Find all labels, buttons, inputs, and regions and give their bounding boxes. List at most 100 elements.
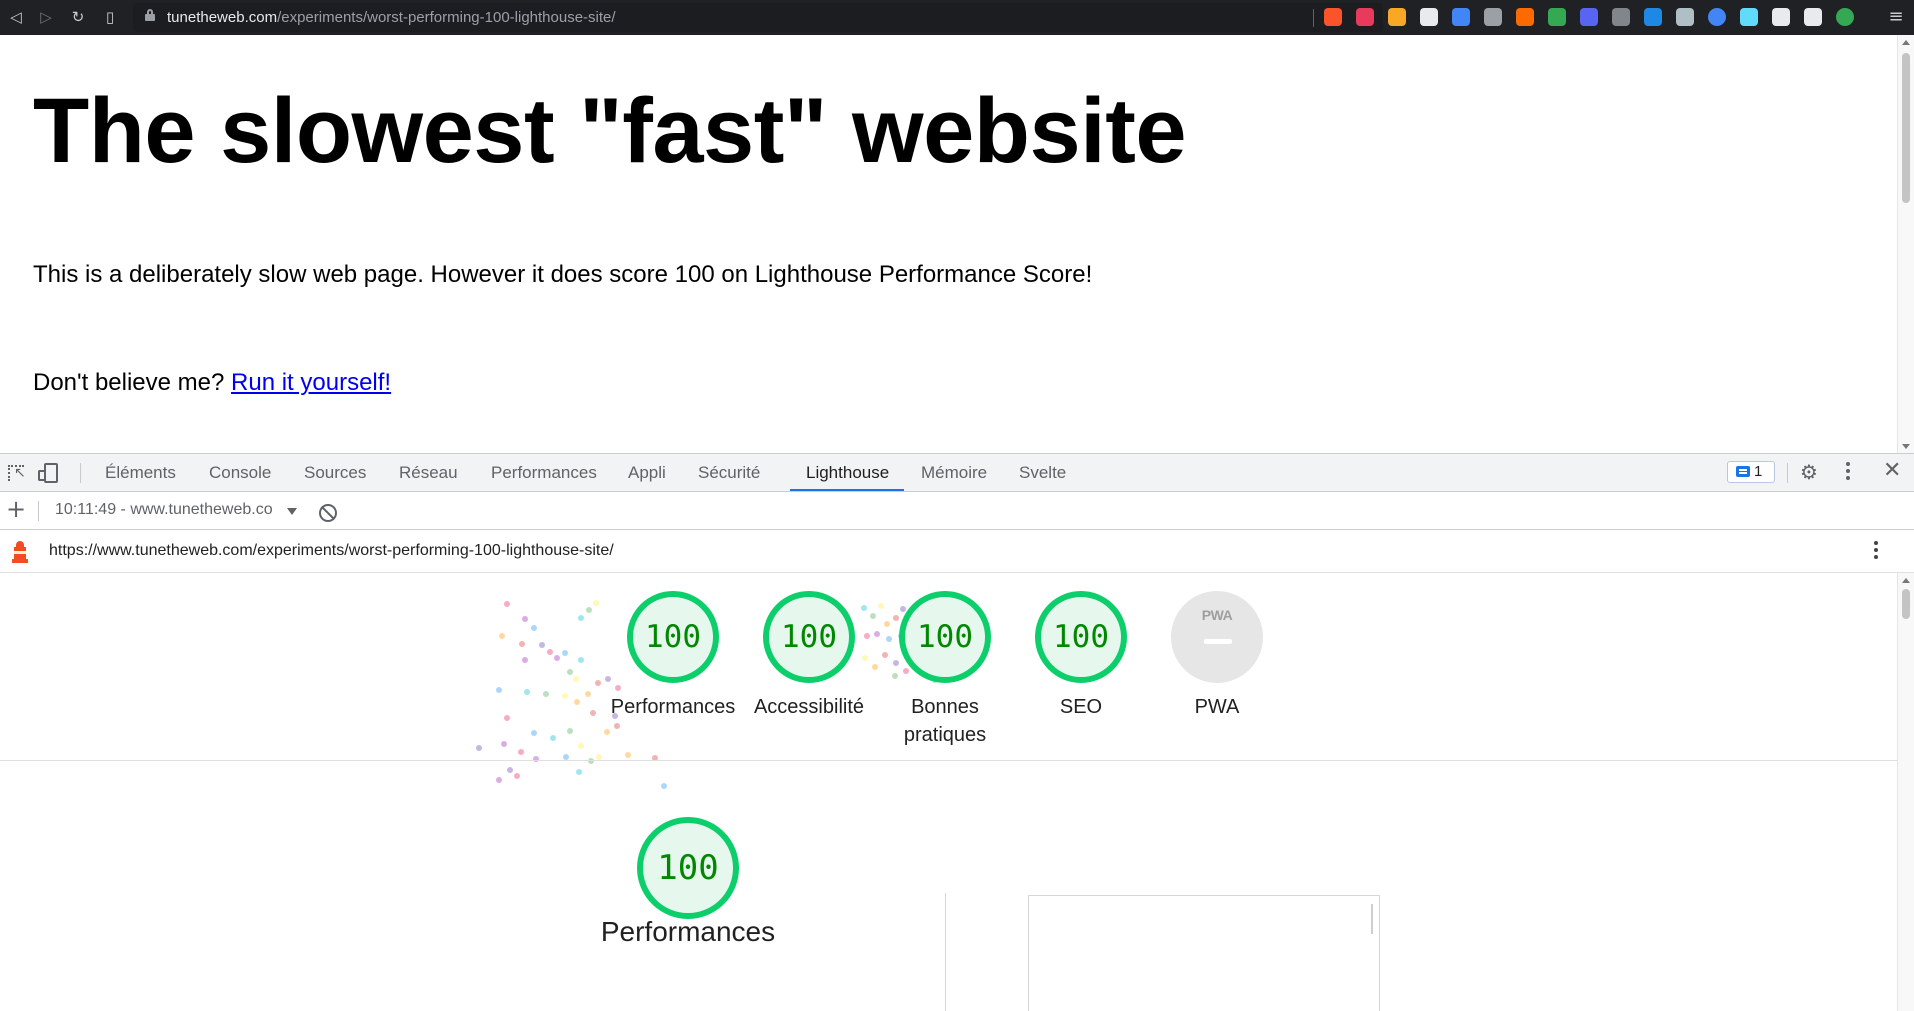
lock-icon[interactable]	[145, 9, 155, 21]
confetti-dot	[550, 735, 556, 741]
confetti-dot	[518, 749, 524, 755]
run-it-yourself-link[interactable]: Run it yourself!	[231, 369, 391, 396]
extension-icon[interactable]	[1804, 8, 1822, 26]
confetti-dot	[892, 673, 898, 679]
performance-main-gauge[interactable]: 100	[637, 817, 739, 919]
extension-icon[interactable]	[1580, 8, 1598, 26]
tab-security[interactable]: Sécurité	[698, 463, 760, 483]
gauge-score: 100	[645, 619, 701, 655]
extension-icon[interactable]	[1548, 8, 1566, 26]
report-scrollbar[interactable]	[1897, 573, 1914, 1011]
extension-icon[interactable]	[1708, 8, 1726, 26]
confetti-dot	[554, 655, 560, 661]
devtools-panel: Éléments Console Sources Réseau Performa…	[0, 453, 1914, 1011]
confetti-dot	[519, 641, 525, 647]
close-devtools-icon[interactable]: ✕	[1883, 460, 1901, 482]
confetti-dot	[499, 633, 505, 639]
tab-network[interactable]: Réseau	[399, 463, 458, 483]
forward-icon[interactable]: ▷	[36, 7, 56, 27]
confetti-dot	[507, 767, 513, 773]
confetti-dot	[531, 625, 537, 631]
clear-reports-icon[interactable]	[319, 504, 337, 522]
gauge-accessibility[interactable]: 100	[763, 591, 855, 683]
confetti-dot	[614, 723, 620, 729]
extension-icon[interactable]	[1644, 8, 1662, 26]
extension-icon[interactable]	[1772, 8, 1790, 26]
report-url[interactable]: https://www.tunetheweb.com/experiments/w…	[49, 542, 614, 560]
extension-icon[interactable]	[1324, 8, 1342, 26]
reload-icon[interactable]: ↻	[68, 7, 88, 27]
extension-separator	[1313, 9, 1314, 27]
tab-performance[interactable]: Performances	[491, 463, 597, 483]
issues-button[interactable]: 1	[1727, 461, 1775, 483]
extension-icon[interactable]	[1452, 8, 1470, 26]
extension-icon[interactable]	[1516, 8, 1534, 26]
extension-icon[interactable]	[1388, 8, 1406, 26]
extension-icon[interactable]	[1836, 8, 1854, 26]
scroll-up-icon[interactable]	[1902, 40, 1910, 45]
tab-sources[interactable]: Sources	[304, 463, 366, 483]
gauge-seo[interactable]: 100	[1035, 591, 1127, 683]
extension-icon[interactable]	[1740, 8, 1758, 26]
confetti-dot	[514, 773, 520, 779]
tab-elements[interactable]: Éléments	[105, 463, 176, 483]
toolbar-divider	[80, 463, 81, 483]
confetti-dot	[578, 657, 584, 663]
tab-console[interactable]: Console	[209, 463, 271, 483]
page-scrollbar[interactable]	[1897, 35, 1914, 453]
extension-icon[interactable]	[1420, 8, 1438, 26]
lighthouse-logo-icon	[12, 541, 28, 563]
report-scroll-thumb[interactable]	[1902, 589, 1910, 619]
pwa-dash	[1204, 639, 1232, 644]
report-select[interactable]: 10:11:49 - www.tunetheweb.co	[55, 501, 281, 519]
confetti-dot	[504, 601, 510, 607]
inspect-element-icon[interactable]	[8, 465, 26, 481]
confetti-dot	[864, 633, 870, 639]
scroll-up-icon[interactable]	[1902, 578, 1910, 583]
url-path: /experiments/worst-performing-100-lighth…	[277, 9, 616, 26]
page-scroll-thumb[interactable]	[1902, 53, 1910, 203]
lighthouse-report: 100 Performances 100 Accessibilité 100 B…	[0, 573, 1897, 1011]
confetti-dot	[524, 689, 530, 695]
confetti-dot	[578, 743, 584, 749]
report-menu-icon[interactable]	[1874, 541, 1878, 563]
extension-icon[interactable]	[1612, 8, 1630, 26]
extension-icon[interactable]	[1484, 8, 1502, 26]
confetti-dot	[567, 669, 573, 675]
tab-memory[interactable]: Mémoire	[921, 463, 987, 483]
address-text[interactable]: tunetheweb.com/experiments/worst-perform…	[167, 9, 616, 26]
gauge-best-practices[interactable]: 100	[899, 591, 991, 683]
confetti-dot	[586, 607, 592, 613]
more-options-icon[interactable]	[1846, 462, 1850, 482]
confetti-dot	[539, 642, 545, 648]
settings-gear-icon[interactable]: ⚙	[1800, 462, 1818, 482]
confetti-dot	[661, 783, 667, 789]
address-bar[interactable]: tunetheweb.com/experiments/worst-perform…	[133, 3, 1383, 32]
confetti-dot	[604, 729, 610, 735]
gauge-score: 100	[657, 848, 719, 888]
tab-application[interactable]: Appli	[628, 463, 666, 483]
device-toolbar-icon[interactable]	[38, 463, 58, 483]
back-icon[interactable]: ◁	[6, 7, 26, 27]
confetti-dot	[533, 756, 539, 762]
confetti-dot	[884, 621, 890, 627]
chevron-down-icon[interactable]	[287, 508, 297, 515]
page-intro: This is a deliberately slow web page. Ho…	[33, 261, 1093, 288]
section-divider	[0, 760, 1897, 761]
tab-svelte[interactable]: Svelte	[1019, 463, 1066, 483]
hamburger-icon[interactable]: ≡	[1886, 7, 1906, 27]
tab-lighthouse[interactable]: Lighthouse	[806, 463, 889, 483]
extension-icon[interactable]	[1356, 8, 1374, 26]
bookmark-icon[interactable]: ▯	[100, 7, 120, 27]
gauge-performance[interactable]: 100	[627, 591, 719, 683]
confetti-dot	[496, 687, 502, 693]
confetti-dot	[578, 615, 584, 621]
toolbar-divider	[1787, 463, 1788, 483]
gauge-pwa[interactable]: PWA	[1171, 591, 1263, 683]
scroll-down-icon[interactable]	[1902, 444, 1910, 449]
confetti-dot	[522, 657, 528, 663]
extension-icon[interactable]	[1676, 8, 1694, 26]
confetti-dot	[547, 649, 553, 655]
browser-toolbar: ◁ ▷ ↻ ▯ tunetheweb.com/experiments/worst…	[0, 0, 1914, 35]
new-report-icon[interactable]: +	[6, 497, 26, 521]
